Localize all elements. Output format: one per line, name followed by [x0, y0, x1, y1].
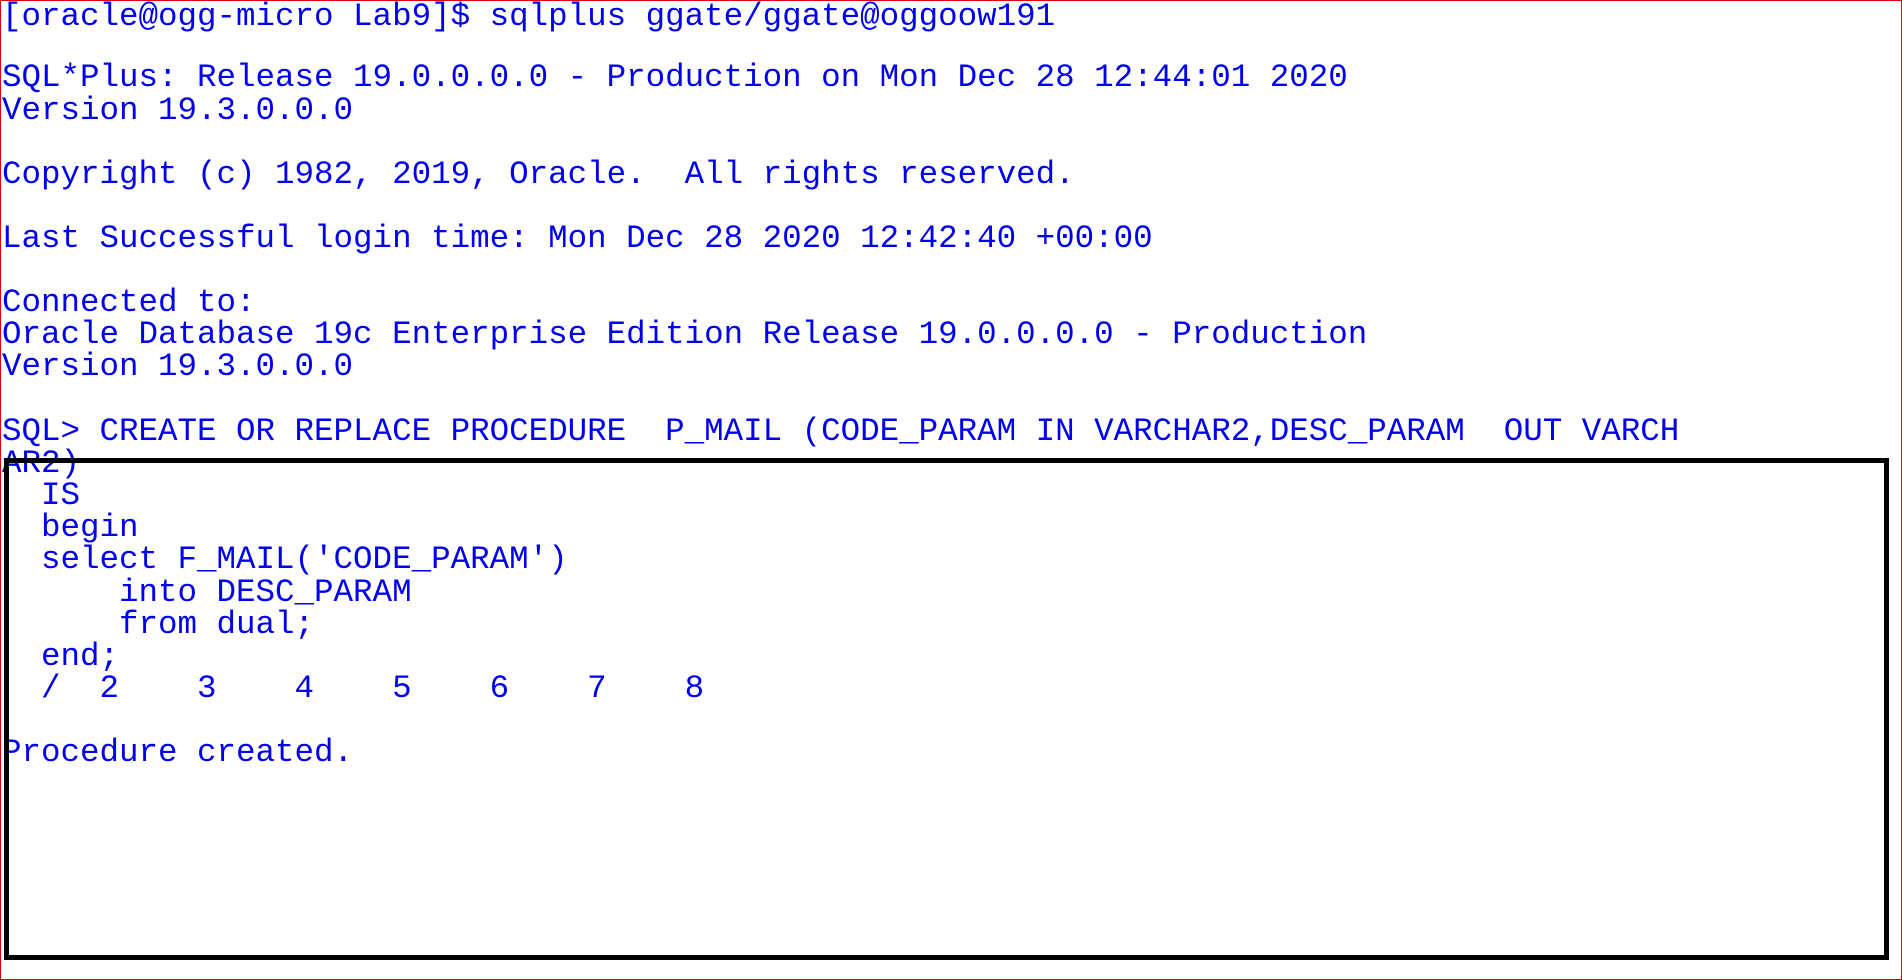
- sql-prompt-create-line: SQL> CREATE OR REPLACE PROCEDURE P_MAIL …: [2, 413, 1680, 450]
- copyright-line: Copyright (c) 1982, 2019, Oracle. All ri…: [2, 156, 1075, 193]
- sql-line-numbers: / 2 3 4 5 6 7 8: [2, 670, 705, 707]
- last-login-line: Last Successful login time: Mon Dec 28 2…: [2, 220, 1153, 257]
- procedure-created-line: Procedure created.: [2, 734, 354, 771]
- terminal-output: [oracle@ogg-micro Lab9]$ sqlplus ggate/g…: [0, 0, 1900, 978]
- database-version-line: Version 19.3.0.0.0: [2, 348, 354, 385]
- shell-command-line: [oracle@ogg-micro Lab9]$ sqlplus ggate/g…: [2, 0, 1056, 35]
- sqlplus-version-line: Version 19.3.0.0.0: [2, 92, 354, 129]
